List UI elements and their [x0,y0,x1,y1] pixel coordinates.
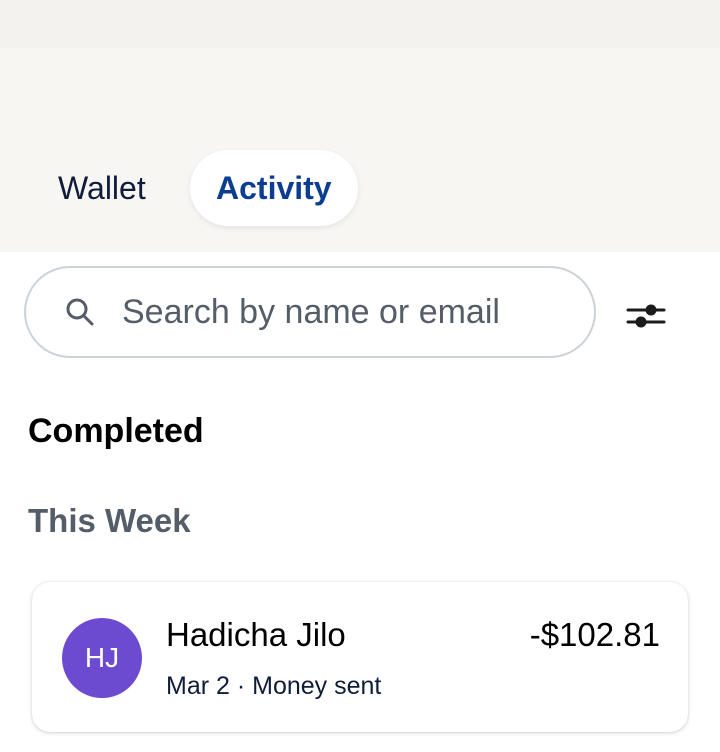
tab-bar: Wallet Activity [0,150,720,230]
transaction-amount: -$102.81 [529,616,660,653]
tab-activity[interactable]: Activity [190,150,358,226]
status-bar-area [0,0,720,48]
avatar: HJ [62,618,142,698]
search-bar[interactable] [24,266,596,358]
transaction-card[interactable]: HJ Hadicha Jilo -$102.81 Mar 2 · Money s… [32,582,688,732]
transaction-type: Money sent [252,672,382,700]
tab-wallet[interactable]: Wallet [32,150,172,226]
filter-sliders-icon [626,304,666,328]
transaction-name: Hadicha Jilo [166,616,346,653]
transaction-date: Mar 2 [166,672,230,700]
transaction-meta: Mar 2 · Money sent [166,672,381,701]
group-label-this-week: This Week [28,502,191,539]
search-input[interactable] [122,282,562,342]
search-icon [66,298,94,326]
meta-separator: · [236,672,246,700]
activity-page: Wallet Activity Completed This Week HJ H… [0,0,720,752]
filter-button[interactable] [618,288,674,344]
section-title-completed: Completed [28,412,204,450]
